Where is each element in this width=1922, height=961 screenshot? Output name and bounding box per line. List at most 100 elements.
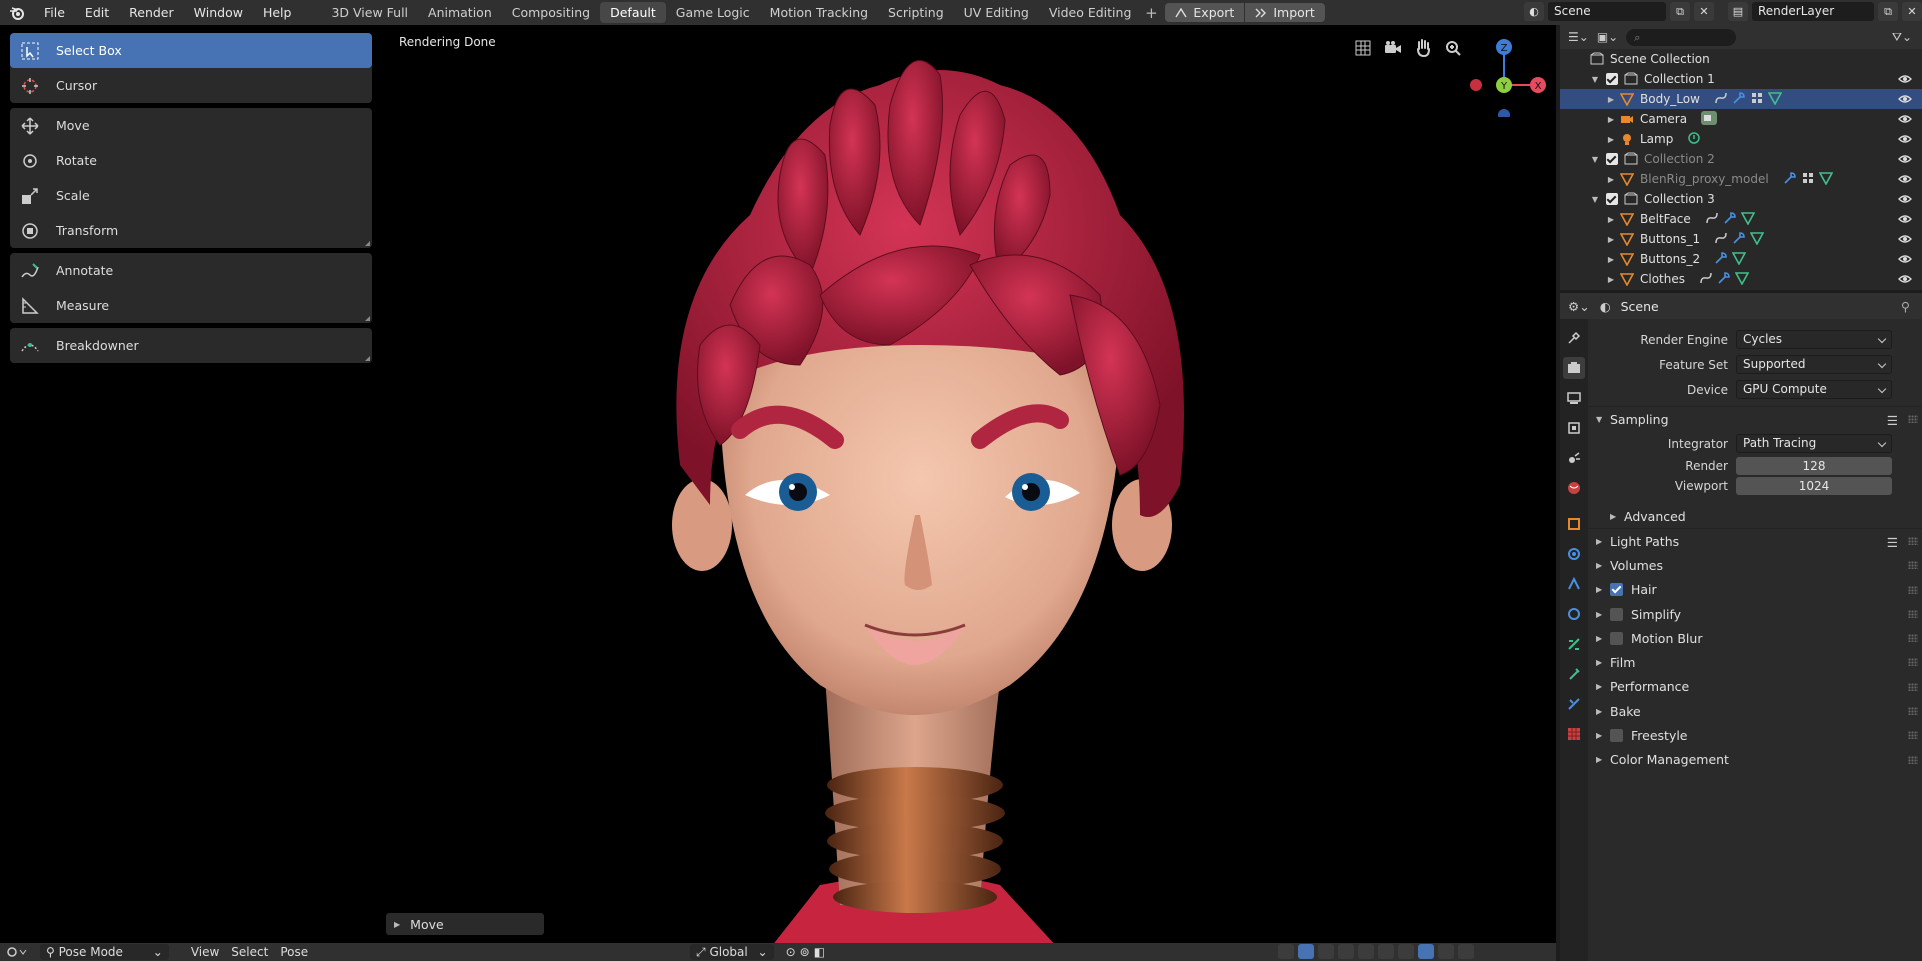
hair-checkbox[interactable]	[1610, 583, 1623, 597]
presets-list-icon[interactable]: ☰	[1887, 535, 1898, 550]
blender-logo-icon[interactable]	[0, 0, 34, 25]
object-tab-icon[interactable]	[1563, 513, 1585, 535]
armature-icon[interactable]	[1714, 91, 1728, 108]
pan-hand-icon[interactable]	[1412, 37, 1434, 59]
mode-dropdown[interactable]: ⚲ Pose Mode ⌄	[40, 944, 169, 960]
wrench-icon[interactable]	[1732, 231, 1746, 248]
drag-handle-icon[interactable]	[1908, 682, 1918, 691]
mesh-icon[interactable]	[1749, 231, 1765, 248]
viewport-samples-field[interactable]: 1024	[1736, 477, 1892, 495]
editor-type-icon[interactable]	[0, 945, 34, 959]
simplify-panel-header[interactable]: ▶ Simplify	[1588, 602, 1922, 626]
import-button[interactable]: Import	[1245, 3, 1325, 22]
tool-breakdowner[interactable]: Breakdowner	[10, 328, 372, 363]
export-button[interactable]: Export	[1165, 3, 1245, 22]
viewport-visibility-icon[interactable]	[1278, 944, 1294, 959]
tool-select-box[interactable]: Select Box	[10, 33, 372, 68]
visibility-eye-icon[interactable]	[1898, 252, 1912, 266]
drag-handle-icon[interactable]	[1908, 755, 1918, 764]
rendered-shading-icon[interactable]	[1418, 944, 1434, 959]
wrench-icon[interactable]	[1732, 91, 1746, 108]
outliner-item-collection-2[interactable]: ▼ Collection 2	[1560, 149, 1922, 169]
render-engine-dropdown[interactable]: Cycles	[1736, 330, 1892, 349]
expand-triangle-icon[interactable]: ▼	[1590, 155, 1600, 164]
motion-blur-checkbox[interactable]	[1610, 631, 1623, 645]
expand-triangle-icon[interactable]: ▶	[1606, 135, 1616, 144]
expand-triangle-icon[interactable]: ▶	[1606, 175, 1616, 184]
motion-blur-panel-header[interactable]: ▶ Motion Blur	[1588, 626, 1922, 650]
outliner-item-buttons-2[interactable]: ▶ Buttons_2	[1560, 249, 1922, 269]
solid-shading-icon[interactable]	[1378, 944, 1394, 959]
menu-render[interactable]: Render	[119, 0, 184, 25]
neg-x-axis-handle[interactable]	[1470, 79, 1482, 91]
scene-name-field[interactable]: Scene	[1548, 2, 1666, 21]
tab-uv-editing[interactable]: UV Editing	[954, 2, 1039, 23]
overlay-toggle-icon[interactable]	[1318, 944, 1334, 959]
expand-triangle-icon[interactable]: ▶	[1606, 215, 1616, 224]
expand-triangle-icon[interactable]: ▶	[1606, 255, 1616, 264]
delete-scene-icon[interactable]: ✕	[1694, 2, 1714, 21]
armature-icon[interactable]	[1714, 231, 1728, 248]
xray-toggle-icon[interactable]	[1338, 944, 1354, 959]
gizmo-toggle-icon[interactable]	[1298, 944, 1314, 959]
zoom-icon[interactable]	[1442, 37, 1464, 59]
bone-constraints-tab-icon[interactable]	[1563, 693, 1585, 715]
last-operator-panel[interactable]: ▶ Move	[386, 913, 544, 935]
mesh-icon[interactable]	[1734, 271, 1750, 288]
tab-animation[interactable]: Animation	[418, 2, 502, 23]
drag-handle-icon[interactable]	[1908, 585, 1918, 594]
view-layer-browse-icon[interactable]: ▤	[1728, 2, 1748, 21]
proportional-edit-icon[interactable]: ◧	[814, 945, 825, 959]
visibility-eye-icon[interactable]	[1898, 92, 1912, 106]
drag-handle-icon[interactable]	[1908, 609, 1918, 618]
outliner-item-collection-1[interactable]: ▼ Collection 1	[1560, 69, 1922, 89]
mesh-icon[interactable]	[1818, 171, 1834, 188]
presets-list-icon[interactable]: ☰	[1887, 413, 1898, 428]
tool-move[interactable]: Move	[10, 108, 372, 143]
menu-edit[interactable]: Edit	[75, 0, 119, 25]
outliner-scene-collection[interactable]: Scene Collection	[1560, 49, 1922, 69]
render-tab-icon[interactable]	[1563, 357, 1585, 379]
freestyle-checkbox[interactable]	[1610, 729, 1623, 743]
camera-data-icon[interactable]	[1701, 110, 1718, 128]
menu-help[interactable]: Help	[253, 0, 302, 25]
3d-viewport[interactable]: Select Box Cursor Move Rotate Scale Transform…	[0, 25, 1556, 961]
tab-motion-tracking[interactable]: Motion Tracking	[760, 2, 878, 23]
wrench-icon[interactable]	[1717, 271, 1731, 288]
drag-handle-icon[interactable]	[1908, 561, 1918, 570]
wrench-icon[interactable]	[1714, 251, 1728, 268]
outliner-editor-type-icon[interactable]: ☰⌄	[1568, 30, 1589, 44]
drag-handle-icon[interactable]	[1908, 415, 1918, 423]
neg-z-axis-handle[interactable]	[1498, 109, 1510, 117]
visibility-eye-icon[interactable]	[1898, 172, 1912, 186]
outliner-item-body-low[interactable]: ▶ Body_Low	[1560, 89, 1922, 109]
outliner-search-input[interactable]: ⌕	[1626, 28, 1737, 46]
wireframe-shading-icon[interactable]	[1358, 944, 1374, 959]
constraints-tab-icon[interactable]	[1563, 633, 1585, 655]
tab-compositing[interactable]: Compositing	[502, 2, 600, 23]
armature-icon[interactable]	[1705, 211, 1719, 228]
pivot-icon[interactable]: ⊙	[786, 945, 796, 959]
drag-handle-icon[interactable]	[1908, 658, 1918, 667]
tool-variants-indicator-icon[interactable]	[365, 241, 370, 246]
light-paths-panel-header[interactable]: ▶ Light Paths ☰	[1588, 529, 1922, 553]
expand-triangle-icon[interactable]: ▶	[1606, 235, 1616, 244]
wrench-icon[interactable]	[1783, 171, 1797, 188]
film-panel-header[interactable]: ▶ Film	[1588, 650, 1922, 674]
bake-panel-header[interactable]: ▶ Bake	[1588, 699, 1922, 723]
integrator-dropdown[interactable]: Path Tracing	[1736, 434, 1892, 453]
view-layer-field[interactable]: RenderLayer	[1752, 2, 1874, 21]
device-dropdown[interactable]: GPU Compute	[1736, 380, 1892, 399]
mesh-icon[interactable]	[1731, 251, 1747, 268]
tool-measure[interactable]: Measure	[10, 288, 372, 323]
sampling-panel-header[interactable]: ▼ Sampling ☰	[1588, 407, 1922, 431]
properties-editor-type-icon[interactable]: ⚙⌄	[1568, 299, 1590, 314]
visibility-eye-icon[interactable]	[1898, 132, 1912, 146]
tool-rotate[interactable]: Rotate	[10, 143, 372, 178]
delete-view-layer-icon[interactable]: ✕	[1902, 2, 1922, 21]
new-scene-icon[interactable]: ⧉	[1670, 2, 1690, 21]
tab-default[interactable]: Default	[600, 2, 666, 23]
mode-selector[interactable]: ⚲ Pose Mode ⌄	[34, 944, 175, 960]
transform-orientation[interactable]: ⤢ Global ⌄ ⊙ ⊚ ◧	[684, 944, 831, 960]
simplify-checkbox[interactable]	[1610, 607, 1623, 621]
